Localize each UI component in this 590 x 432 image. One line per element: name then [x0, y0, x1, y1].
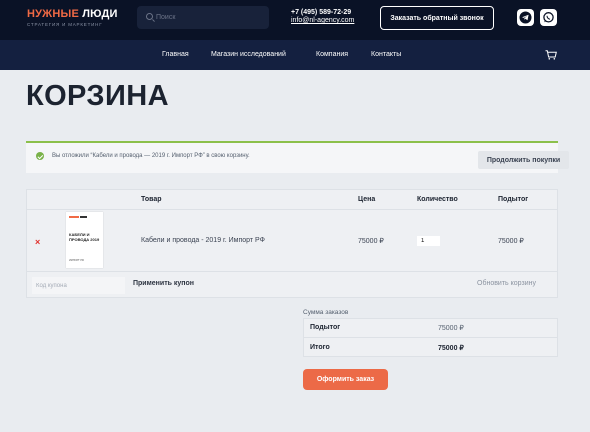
update-cart-button[interactable]: Обновить корзину [477, 280, 536, 287]
notice-text: Вы отложили “Кабели и провода — 2019 г. … [52, 153, 250, 159]
nav-item-company[interactable]: Компания [316, 51, 348, 58]
nav-item-contacts[interactable]: Контакты [371, 51, 401, 58]
totals-total-label: Итого [310, 344, 330, 351]
check-icon [36, 152, 44, 160]
thumb-logo-mark [69, 216, 79, 218]
column-header-product: Товар [141, 196, 162, 203]
thumb-logo-mark-dark [80, 216, 87, 218]
logo-part2: ЛЮДИ [82, 8, 118, 20]
nav-item-shop[interactable]: Магазин исследований [211, 51, 286, 58]
cart-totals-heading: Сумма заказов [303, 309, 349, 316]
search-box[interactable] [137, 6, 269, 29]
totals-subtotal-value: 75000 ₽ [438, 325, 464, 332]
column-header-quantity: Количество [417, 196, 458, 203]
apply-coupon-button[interactable]: Применить купон [133, 280, 194, 287]
top-header: НУЖНЫЕ ЛЮДИ СТРАТЕГИЯ И МАРКЕТИНГ +7 (49… [0, 0, 590, 40]
divider [304, 337, 557, 338]
page-title: КОРЗИНА [26, 80, 169, 112]
quantity-input[interactable] [417, 236, 440, 246]
contacts: +7 (495) 589-72-29 info@nl-agency.com [291, 9, 354, 25]
remove-item-icon[interactable]: × [35, 237, 40, 247]
cart-table: Товар Цена Количество Подытог × КАБЕЛИ И… [26, 189, 558, 298]
email-link[interactable]: info@nl-agency.com [291, 17, 354, 25]
thumb-footer: ИМПОРТ РФ [69, 259, 84, 262]
whatsapp-icon [543, 12, 554, 23]
coupon-input[interactable] [32, 277, 125, 294]
checkout-button[interactable]: Оформить заказ [303, 369, 388, 390]
product-thumbnail[interactable]: КАБЕЛИ И ПРОВОДА 2019 ИМПОРТ РФ [66, 212, 103, 268]
telegram-icon [519, 11, 532, 24]
divider [27, 209, 557, 210]
totals-subtotal-label: Подытог [310, 324, 341, 331]
phone-link[interactable]: +7 (495) 589-72-29 [291, 9, 354, 17]
callback-button[interactable]: Заказать обратный звонок [380, 6, 494, 30]
product-name-link[interactable]: Кабели и провода - 2019 г. Импорт РФ [141, 237, 265, 244]
search-input[interactable] [156, 11, 261, 24]
logo-tagline: СТРАТЕГИЯ И МАРКЕТИНГ [27, 22, 103, 27]
thumb-title: КАБЕЛИ И ПРОВОДА 2019 [69, 232, 100, 242]
product-subtotal: 75000 ₽ [498, 238, 524, 245]
product-price: 75000 ₽ [358, 238, 384, 245]
continue-shopping-button[interactable]: Продолжить покупки [478, 151, 569, 169]
cart-icon[interactable] [545, 50, 557, 60]
whatsapp-button[interactable] [540, 9, 557, 26]
divider [27, 271, 557, 272]
column-header-subtotal: Подытог [498, 196, 529, 203]
cart-notice: Вы отложили “Кабели и провода — 2019 г. … [26, 141, 569, 173]
nav-item-home[interactable]: Главная [162, 51, 189, 58]
column-header-price: Цена [358, 196, 376, 203]
logo-part1: НУЖНЫЕ [27, 8, 79, 20]
telegram-button[interactable] [517, 9, 534, 26]
logo-wordmark: НУЖНЫЕ ЛЮДИ [27, 9, 118, 20]
totals-total-value: 75000 ₽ [438, 345, 464, 352]
logo[interactable]: НУЖНЫЕ ЛЮДИ СТРАТЕГИЯ И МАРКЕТИНГ [27, 9, 118, 28]
cart-totals-table: Подытог 75000 ₽ Итого 75000 ₽ [303, 318, 558, 357]
search-icon [146, 13, 153, 20]
main-nav: Главная Магазин исследований Компания Ко… [0, 40, 590, 70]
